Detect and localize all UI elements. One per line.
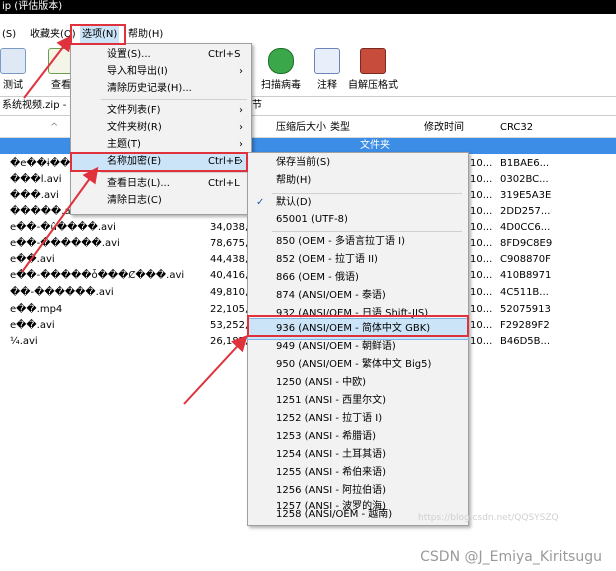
annotation-arrows <box>21 34 248 405</box>
arrow-to-name-encoding <box>21 166 99 273</box>
csdn-watermark: CSDN @J_Emiya_Kiritsugu <box>420 549 602 565</box>
arrow-to-options <box>23 34 73 99</box>
arrow-to-gbk <box>183 335 248 405</box>
faint-watermark: https://blog.csdn.net/QQSYSZQ <box>418 513 559 523</box>
